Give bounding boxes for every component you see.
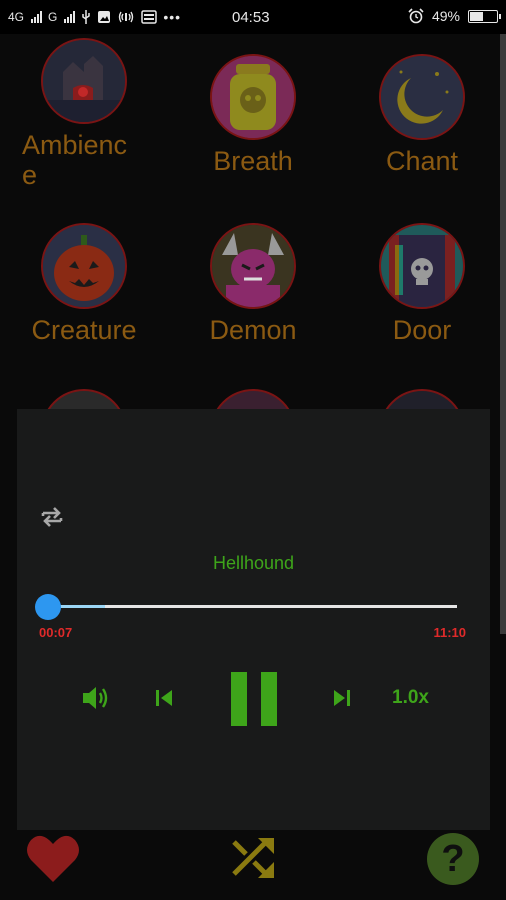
sound-item-chant[interactable]: Chant bbox=[338, 54, 506, 176]
help-icon[interactable]: ? bbox=[427, 833, 479, 885]
haunted-house-icon bbox=[41, 38, 127, 124]
jar-skull-icon bbox=[210, 54, 296, 140]
repeat-icon[interactable] bbox=[38, 503, 66, 531]
pause-icon[interactable] bbox=[229, 672, 279, 726]
more-icon: ••• bbox=[163, 9, 182, 25]
sound-label: Breath bbox=[213, 146, 293, 176]
next-icon[interactable] bbox=[331, 688, 353, 708]
moon-night-icon bbox=[379, 54, 465, 140]
sound-item-ambience[interactable]: Ambienc e bbox=[0, 38, 168, 190]
sound-label: Chant bbox=[385, 146, 459, 176]
sound-item-door[interactable]: Door bbox=[338, 223, 506, 345]
image-icon bbox=[98, 11, 111, 23]
sound-item-creature[interactable]: Creature bbox=[0, 223, 168, 345]
battery-icon bbox=[468, 9, 501, 23]
sound-label-line-1: Ambienc bbox=[22, 130, 128, 160]
shuffle-icon[interactable] bbox=[230, 834, 278, 882]
door-skull-icon bbox=[379, 223, 465, 309]
sound-label: Creature bbox=[31, 315, 137, 345]
signal-icon bbox=[64, 11, 76, 23]
status-right: 49% bbox=[408, 8, 501, 24]
seek-track bbox=[43, 605, 457, 608]
status-left: 4G G ••• bbox=[8, 9, 181, 25]
sound-label-line-2: e bbox=[22, 160, 38, 190]
sound-item-demon[interactable]: Demon bbox=[169, 223, 337, 345]
previous-icon[interactable] bbox=[153, 688, 175, 708]
player-panel: Hellhound 00:07 11:10 1.0x bbox=[17, 409, 490, 830]
battery-percent: 49% bbox=[431, 8, 460, 24]
heart-icon[interactable] bbox=[25, 832, 81, 884]
seek-thumb[interactable] bbox=[34, 594, 61, 620]
current-time: 00:07 bbox=[39, 625, 73, 640]
total-time: 11:10 bbox=[433, 625, 466, 640]
pumpkin-icon bbox=[41, 223, 127, 309]
signal-icon bbox=[31, 11, 43, 23]
network-type-2: G bbox=[48, 10, 58, 24]
hotspot-icon bbox=[119, 11, 134, 23]
status-time: 04:53 bbox=[232, 9, 270, 26]
alarm-icon bbox=[408, 8, 424, 24]
network-type-1: 4G bbox=[8, 10, 25, 24]
storage-icon bbox=[141, 10, 158, 24]
sound-label: Ambienc e bbox=[0, 130, 168, 190]
demon-icon bbox=[210, 223, 296, 309]
sound-label: Door bbox=[392, 315, 452, 345]
bottom-bar: ? bbox=[0, 830, 506, 900]
usb-icon bbox=[82, 10, 91, 24]
seek-bar[interactable] bbox=[34, 594, 457, 620]
volume-icon[interactable] bbox=[81, 684, 111, 712]
track-title: Hellhound bbox=[212, 553, 295, 573]
sound-item-breath[interactable]: Breath bbox=[169, 54, 337, 176]
status-bar: 4G G ••• 04:53 49% bbox=[0, 0, 506, 34]
scrollbar[interactable] bbox=[500, 34, 506, 634]
playback-speed[interactable]: 1.0x bbox=[392, 687, 429, 709]
sound-label: Demon bbox=[209, 315, 297, 345]
